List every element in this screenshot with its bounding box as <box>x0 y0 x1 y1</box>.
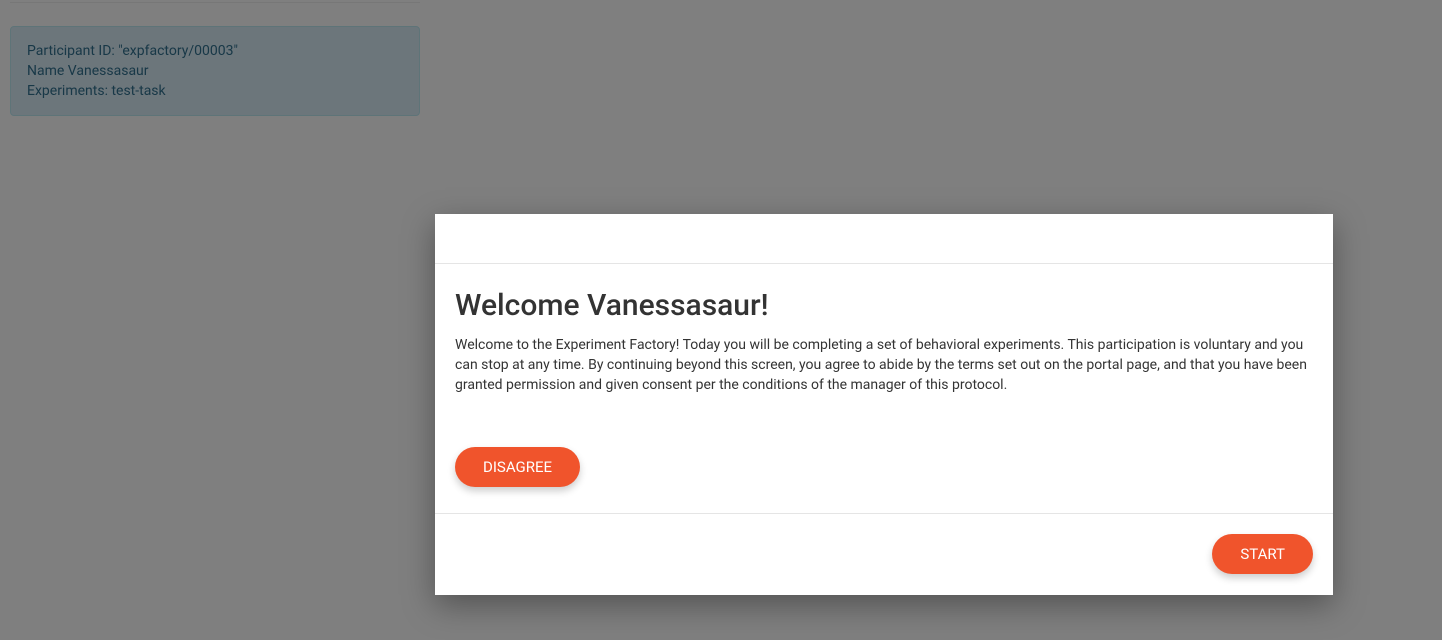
modal-header <box>435 214 1333 264</box>
modal-body: Welcome Vanessasaur! Welcome to the Expe… <box>435 264 1333 513</box>
modal-description: Welcome to the Experiment Factory! Today… <box>455 335 1313 395</box>
disagree-button[interactable]: DISAGREE <box>455 447 580 487</box>
modal-footer: START <box>435 513 1333 595</box>
welcome-modal: Welcome Vanessasaur! Welcome to the Expe… <box>435 214 1333 595</box>
modal-title: Welcome Vanessasaur! <box>455 288 1313 323</box>
start-button[interactable]: START <box>1212 534 1313 574</box>
